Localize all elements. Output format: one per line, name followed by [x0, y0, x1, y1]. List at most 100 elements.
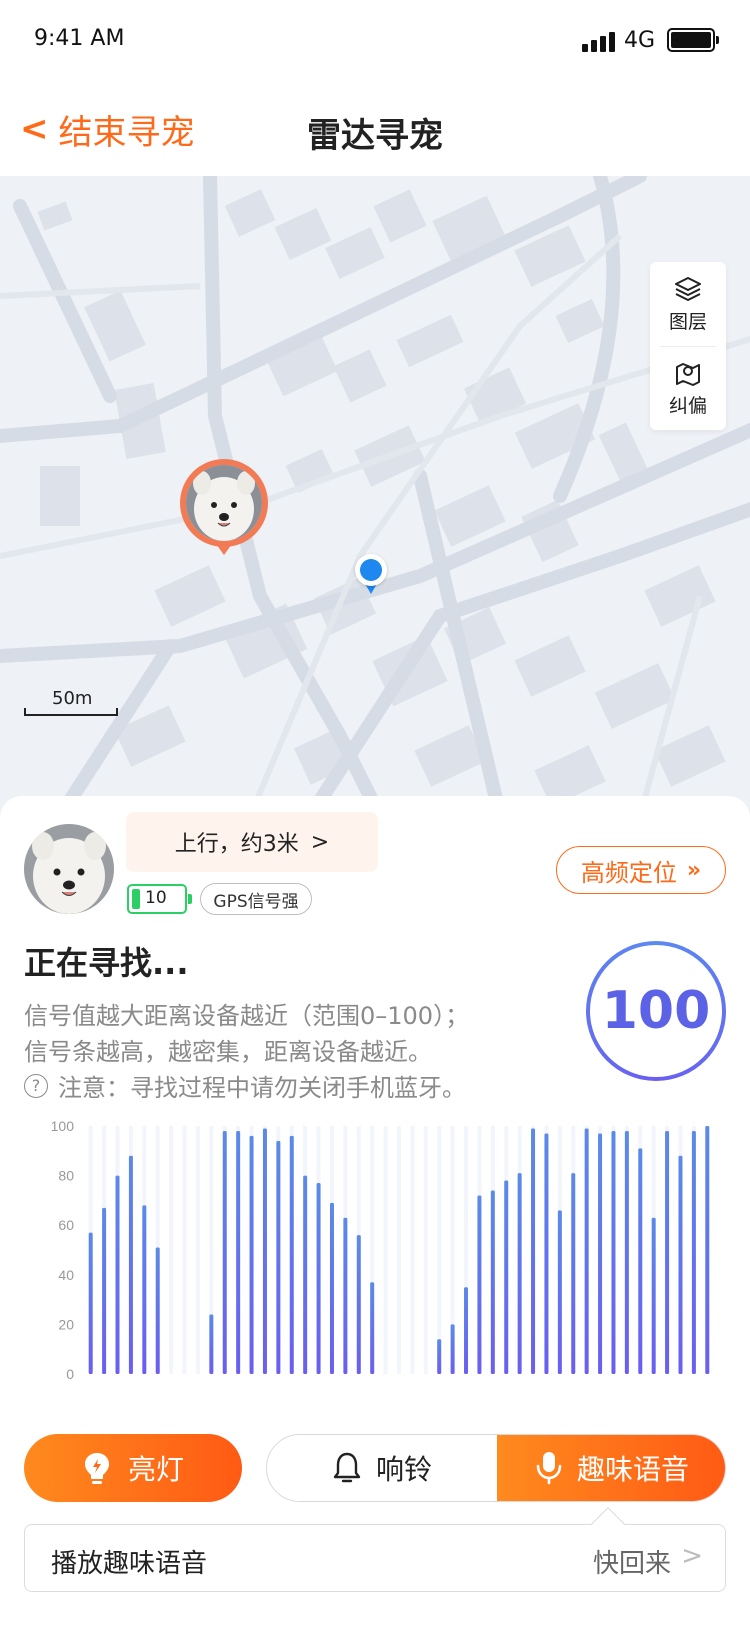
high-frequency-locate-button[interactable]: 高频定位 » — [556, 846, 726, 894]
chart-bar — [678, 1155, 683, 1374]
chart-bar — [209, 1314, 214, 1374]
layers-icon — [675, 276, 701, 301]
chart-bar — [665, 1130, 670, 1374]
hint-line-1: 信号值越大距离设备越近（范围0–100）； — [24, 1002, 470, 1030]
layers-button[interactable]: 图层 — [650, 262, 726, 346]
cellular-signal-icon — [582, 30, 622, 52]
signal-chart: 100 80 60 40 20 0 — [34, 1116, 724, 1386]
chart-bar — [142, 1205, 147, 1374]
chart-bar — [544, 1133, 549, 1374]
pet-photo — [186, 465, 262, 541]
chart-bar-track — [182, 1126, 187, 1374]
device-battery-badge: 10 — [127, 884, 192, 914]
light-label: 亮灯 — [127, 1453, 184, 1486]
direction-info[interactable]: 上行，约3米 > — [126, 812, 378, 872]
network-type: 4G — [624, 28, 656, 53]
hint-line-3-text: 注意：寻找过程中请勿关闭手机蓝牙。 — [58, 1074, 466, 1102]
chart-bar — [276, 1140, 281, 1374]
chart-bar — [303, 1175, 308, 1374]
chart-bar — [691, 1130, 696, 1374]
sound-mode-toggle: 响铃 趣味语音 — [266, 1434, 726, 1502]
ring-button[interactable]: 响铃 — [267, 1435, 497, 1501]
chart-bar — [571, 1173, 576, 1374]
chart-bar — [584, 1128, 589, 1374]
ring-label: 响铃 — [375, 1453, 432, 1486]
chart-bar — [638, 1148, 643, 1374]
chart-bar — [289, 1135, 294, 1374]
lightbulb-icon — [84, 1453, 109, 1484]
chart-bar-track — [423, 1126, 428, 1374]
chart-bar — [316, 1183, 321, 1374]
chart-bar — [343, 1217, 348, 1374]
chart-y-tick: 0 — [66, 1366, 74, 1382]
question-icon: ? — [24, 1073, 48, 1098]
status-time: 9:41 AM — [34, 26, 125, 51]
chart-bar — [262, 1128, 267, 1374]
nav-bar: < 结束寻宠 雷达寻宠 — [0, 84, 750, 176]
chart-bar — [329, 1202, 334, 1374]
chart-bar — [249, 1135, 254, 1374]
chart-bar-track — [169, 1126, 174, 1374]
direction-text: 上行，约3米 — [174, 832, 299, 857]
correct-offset-label: 纠偏 — [668, 394, 707, 417]
chart-bar — [437, 1339, 442, 1374]
map-streets — [0, 176, 750, 816]
battery-value: 10 — [145, 888, 167, 908]
chart-bar — [705, 1126, 710, 1374]
chart-bar — [611, 1130, 616, 1374]
chart-bar-track — [437, 1126, 442, 1374]
chart-bar — [356, 1235, 361, 1374]
chart-bar — [464, 1287, 469, 1374]
chart-y-tick: 60 — [58, 1217, 74, 1233]
chart-y-tick: 20 — [58, 1316, 74, 1332]
map-view[interactable]: 图层 纠偏 50m — [0, 176, 750, 816]
voice-row-label: 播放趣味语音 — [51, 1549, 208, 1579]
scale-label: 50m — [52, 688, 93, 709]
chart-bar — [128, 1155, 133, 1374]
chart-bar — [531, 1128, 536, 1374]
map-pin-icon — [676, 362, 700, 386]
bell-icon — [333, 1452, 361, 1483]
map-scale: 50m — [24, 684, 118, 720]
search-status-title: 正在寻找... — [24, 944, 189, 982]
pet-location-marker[interactable] — [180, 459, 268, 559]
signal-value: 100 — [590, 945, 722, 1077]
chart-bar — [598, 1133, 603, 1374]
map-tools-panel: 图层 纠偏 — [650, 262, 726, 430]
chart-bar — [477, 1195, 482, 1374]
chart-bar — [115, 1175, 120, 1374]
chart-bar — [557, 1210, 562, 1374]
chart-bar — [450, 1324, 455, 1374]
chart-bar — [651, 1217, 656, 1374]
fun-voice-button[interactable]: 趣味语音 — [497, 1435, 725, 1501]
chart-bar — [222, 1130, 227, 1374]
voice-select-row[interactable]: 播放趣味语音 快回来 > — [24, 1524, 726, 1592]
light-button[interactable]: 亮灯 — [24, 1434, 242, 1502]
chart-bar-track — [383, 1126, 388, 1374]
chart-bar — [504, 1180, 509, 1374]
chart-bar-track — [410, 1126, 415, 1374]
fun-voice-label: 趣味语音 — [576, 1453, 689, 1486]
battery-level-icon — [132, 889, 140, 909]
chart-bar-track — [397, 1126, 401, 1374]
page-title: 雷达寻宠 — [307, 116, 443, 156]
chart-bar — [517, 1173, 522, 1374]
battery-icon — [667, 28, 719, 52]
chart-bar — [88, 1232, 93, 1374]
search-card: 上行，约3米 > 10 GPS信号强 高频定位 » 正在寻找... 信号值越大距… — [0, 796, 750, 1626]
double-chevron-right-icon: » — [686, 857, 702, 883]
chart-bar — [236, 1130, 241, 1374]
chart-bar — [370, 1282, 375, 1374]
chart-bar — [155, 1247, 160, 1374]
chart-bar — [624, 1130, 629, 1374]
chart-y-tick: 100 — [51, 1118, 75, 1134]
signal-value-ring: 100 — [586, 941, 726, 1081]
high-frequency-label: 高频定位 — [580, 858, 677, 887]
chevron-right-icon: > — [681, 1541, 703, 1571]
correct-offset-button[interactable]: 纠偏 — [650, 346, 726, 430]
gps-status-badge: GPS信号强 — [200, 883, 312, 915]
signal-chart-svg: 100 80 60 40 20 0 — [51, 1118, 710, 1382]
chart-bar — [102, 1207, 107, 1374]
chevron-right-icon: > — [310, 829, 330, 855]
layers-label: 图层 — [668, 310, 707, 333]
